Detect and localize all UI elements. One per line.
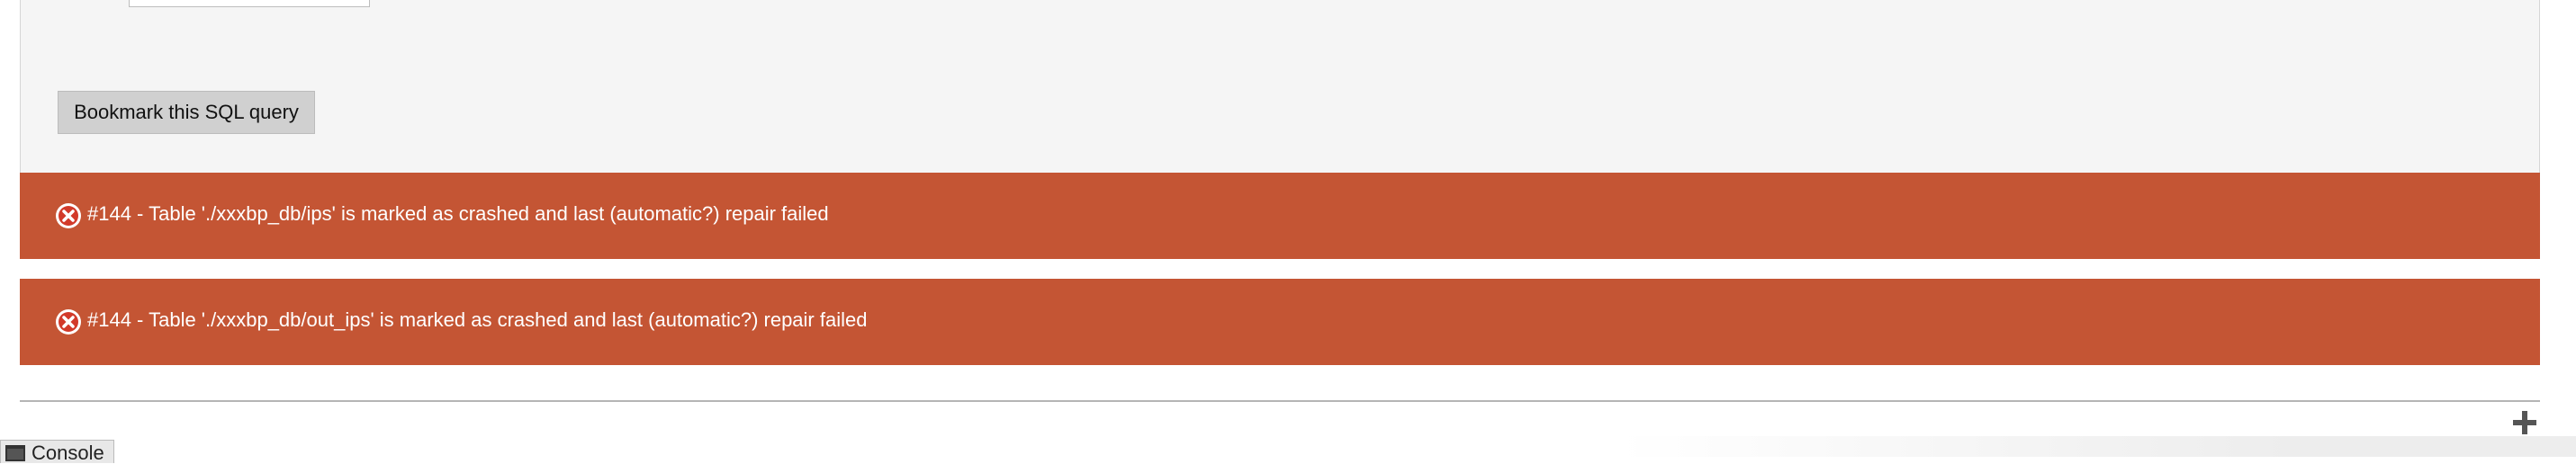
console-tab[interactable]: Console: [0, 440, 114, 464]
error-x-icon: [55, 308, 82, 335]
plus-icon[interactable]: [2509, 407, 2540, 438]
divider: [20, 400, 2540, 402]
bottom-shadow: [1620, 436, 2576, 457]
query-input-field[interactable]: [129, 0, 370, 7]
error-message-text: #144 - Table './xxxbp_db/ips' is marked …: [87, 202, 829, 225]
console-label: Console: [32, 442, 104, 464]
error-message: #144 - Table './xxxbp_db/ips' is marked …: [20, 173, 2540, 259]
bookmark-sql-query-button[interactable]: Bookmark this SQL query: [58, 91, 315, 134]
error-x-icon: [55, 202, 82, 229]
error-message: #144 - Table './xxxbp_db/out_ips' is mar…: [20, 279, 2540, 365]
query-panel: Bookmark this SQL query: [20, 0, 2540, 173]
console-icon: [5, 444, 26, 462]
error-message-text: #144 - Table './xxxbp_db/out_ips' is mar…: [87, 308, 868, 331]
